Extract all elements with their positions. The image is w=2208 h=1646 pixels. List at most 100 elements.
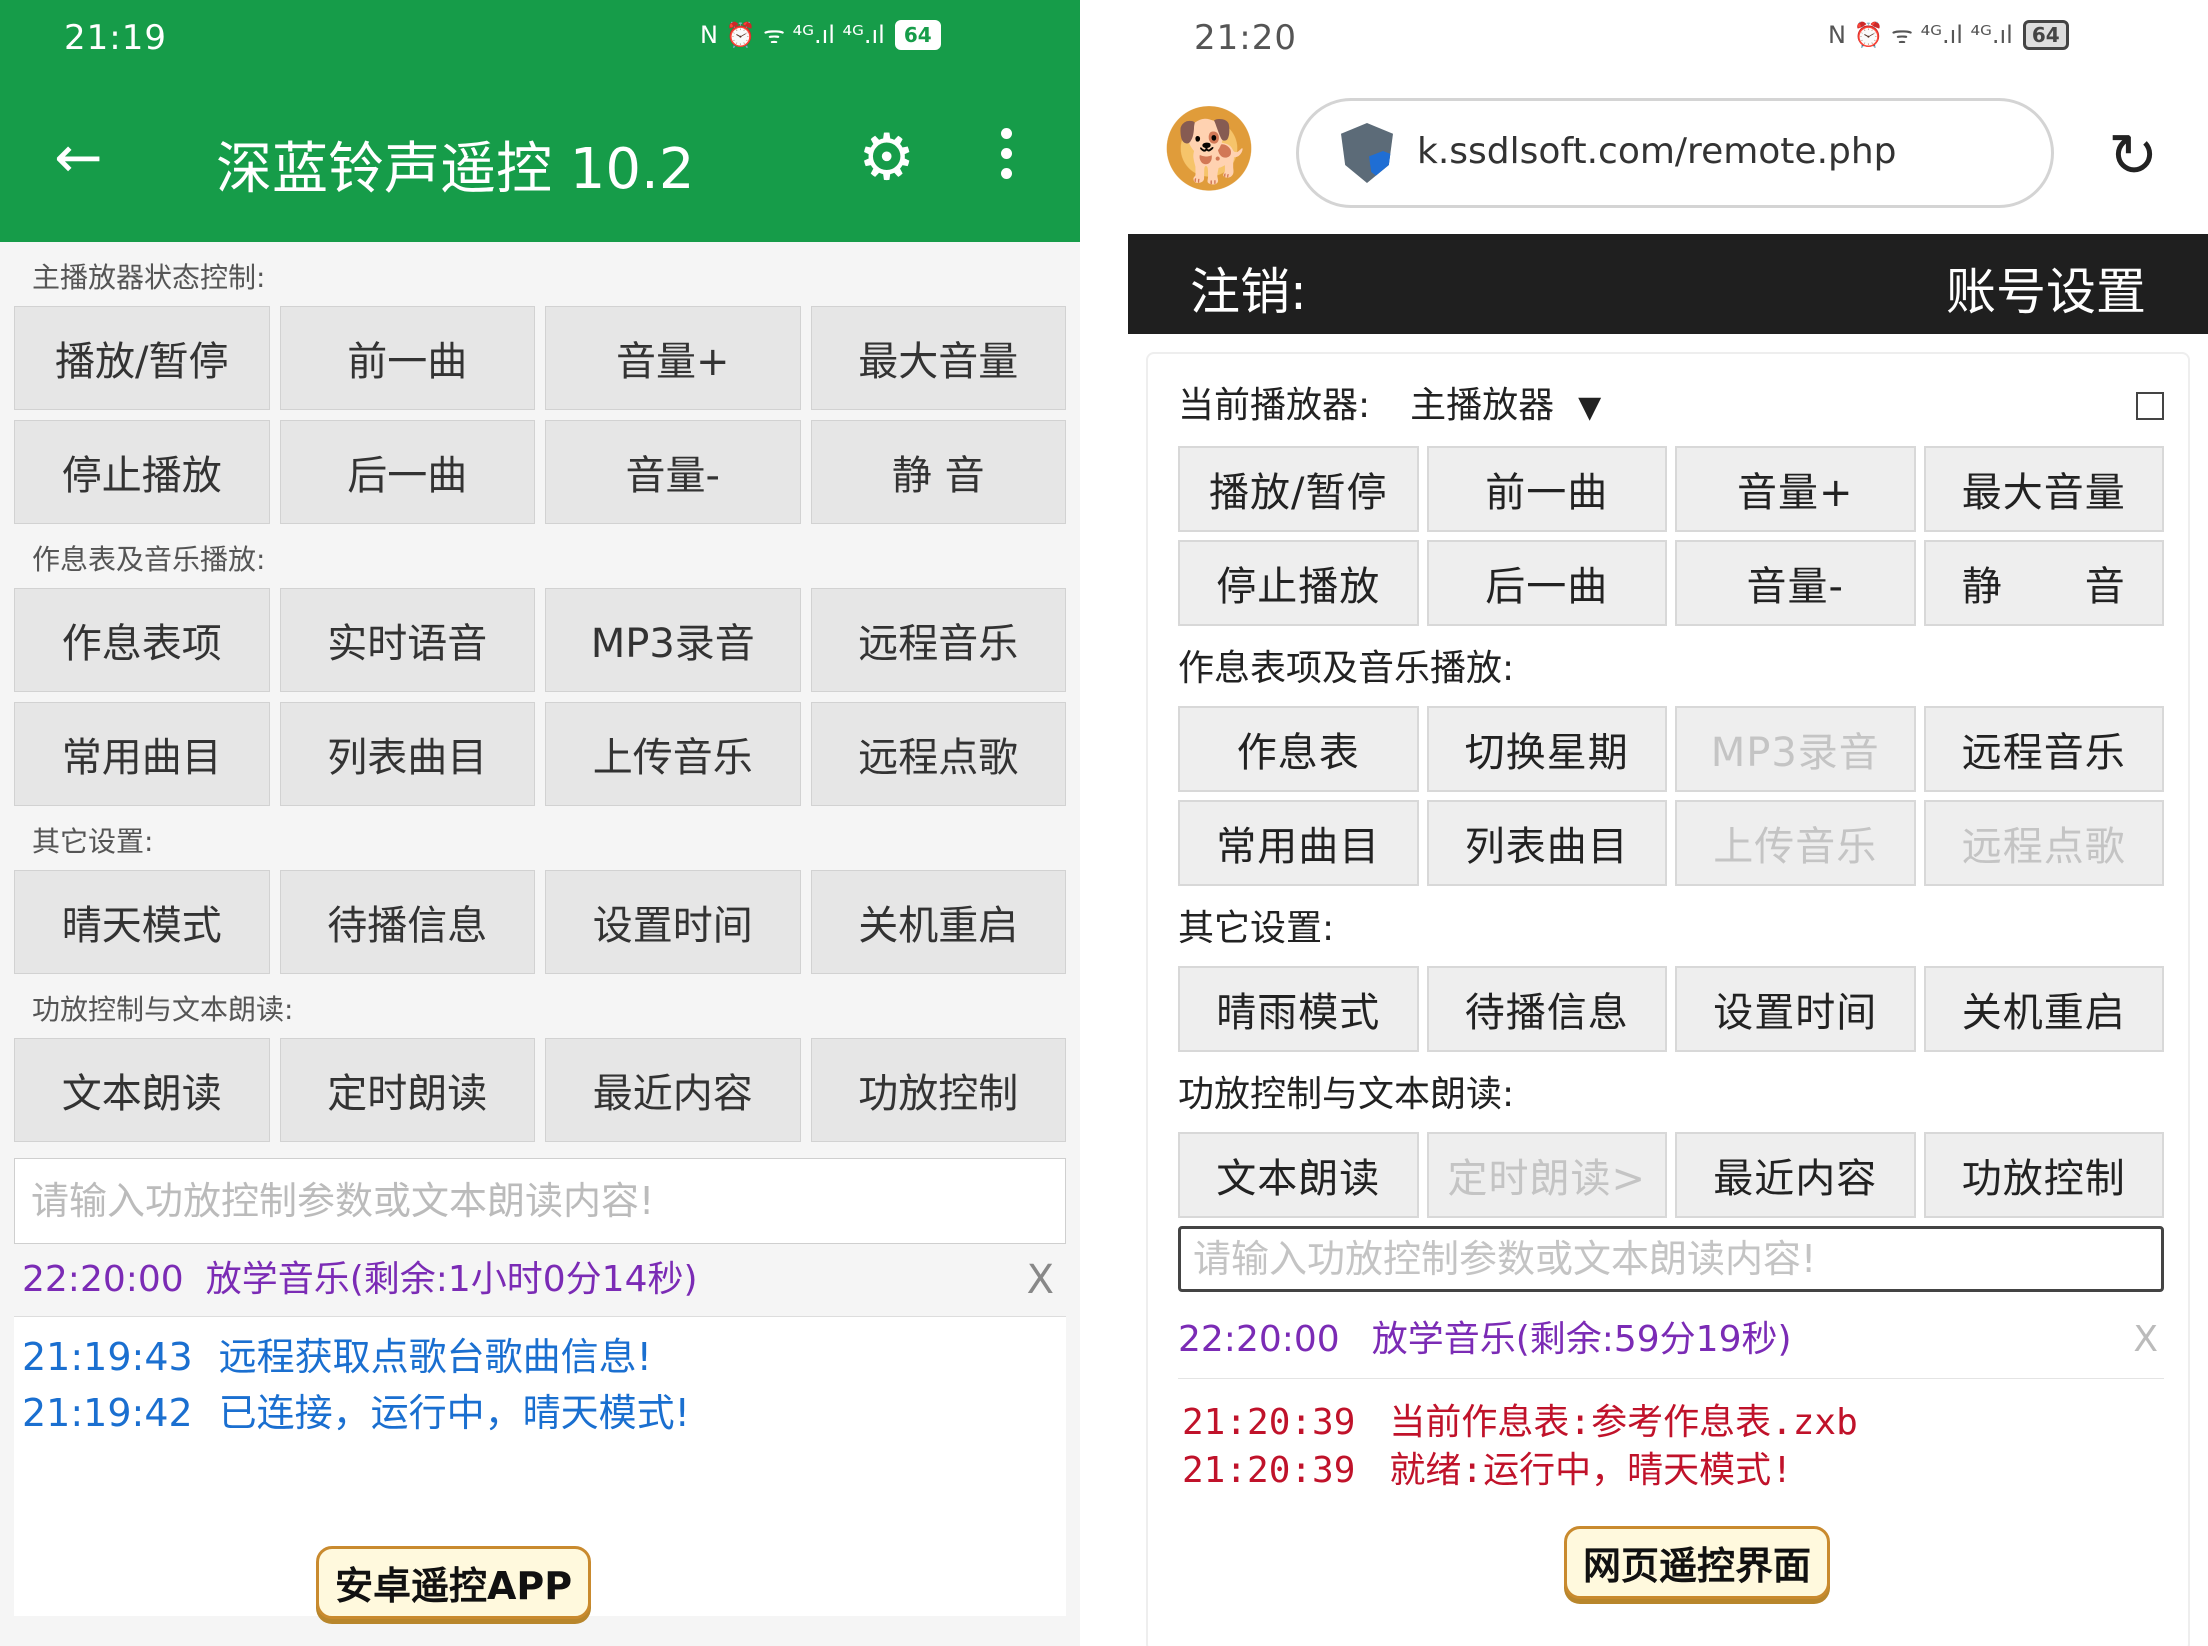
mp3-record-button[interactable]: MP3录音 xyxy=(545,588,801,692)
amp-tts-button: 定时朗读> xyxy=(1426,1132,1667,1218)
log-time: 21:19:42 xyxy=(22,1391,193,1435)
next-event-message: 放学音乐(剩余:59分19秒) xyxy=(1371,1319,1792,1360)
player-button[interactable]: 音量+ xyxy=(1675,446,1916,532)
shield-icon xyxy=(1341,123,1393,183)
settings-button[interactable]: 晴雨模式 xyxy=(1178,966,1419,1052)
player-control-grid: 播放/暂停 前一曲 音量+ 最大音量 停止播放 后一曲 音量- 静 音 xyxy=(0,306,1080,524)
live-voice-button[interactable]: 实时语音 xyxy=(279,588,535,692)
log-row: 21:20:39 就绪:运行中，晴天模式! xyxy=(1178,1447,2164,1495)
log-message: 当前作息表:参考作息表.zxb xyxy=(1389,1402,1858,1443)
settings-button[interactable]: 设置时间 xyxy=(1675,966,1916,1052)
volume-down-button[interactable]: 音量- xyxy=(545,420,801,524)
control-panel: 当前播放器: 主播放器 ▼ 播放/暂停 前一曲 音量+ 最大音量停止播放 后一曲 音量- 静 音… xyxy=(1146,352,2190,1646)
schedule-button[interactable]: 切换星期 xyxy=(1426,706,1667,792)
close-icon[interactable]: X xyxy=(2133,1292,2158,1388)
amp-tts-button[interactable]: 文本朗读 xyxy=(1178,1132,1419,1218)
player-button[interactable]: 音量- xyxy=(1675,540,1916,626)
caption-badge: 安卓遥控APP xyxy=(316,1546,592,1619)
schedule-button: 上传音乐 xyxy=(1675,800,1916,886)
web-top-bar: 注销: 账号设置 xyxy=(1128,234,2208,334)
logout-link[interactable]: 注销: xyxy=(1190,252,1307,324)
player-button[interactable]: 停止播放 xyxy=(1178,540,1419,626)
battery-icon: 64 xyxy=(2022,19,2069,50)
app-title: 深蓝铃声遥控 10.2 xyxy=(216,137,695,202)
schedule-button[interactable]: 列表曲目 xyxy=(1426,800,1667,886)
log-message: 远程获取点歌台歌曲信息! xyxy=(218,1335,652,1379)
schedule-music-grid: 作息表 切换星期 MP3录音 远程音乐 常用曲目 列表曲目 上传音乐 远程点歌 xyxy=(1148,706,2188,886)
common-tracks-button[interactable]: 常用曲目 xyxy=(14,702,270,806)
checkbox[interactable] xyxy=(2136,392,2164,420)
account-settings-link[interactable]: 账号设置 xyxy=(1946,252,2146,324)
other-settings-grid: 晴天模式 待播信息 设置时间 关机重启 xyxy=(0,870,1080,974)
pending-info-button[interactable]: 待播信息 xyxy=(279,870,535,974)
sunny-mode-button[interactable]: 晴天模式 xyxy=(14,870,270,974)
previous-track-button[interactable]: 前一曲 xyxy=(279,306,535,410)
next-event-line: 22:20:00 放学音乐(剩余:59分19秒) X xyxy=(1178,1292,2164,1378)
player-button[interactable]: 前一曲 xyxy=(1426,446,1667,532)
app-content: 主播放器状态控制: 播放/暂停 前一曲 音量+ 最大音量 停止播放 后一曲 音量… xyxy=(0,242,1080,1616)
section-label: 其它设置: xyxy=(32,825,154,858)
url-text[interactable]: k.ssdlsoft.com/remote.php xyxy=(1417,131,1897,172)
schedule-button: 远程点歌 xyxy=(1923,800,2164,886)
schedule-items-button[interactable]: 作息表项 xyxy=(14,588,270,692)
amp-tts-button[interactable]: 最近内容 xyxy=(1675,1132,1916,1218)
log-row: 21:19:43 远程获取点歌台歌曲信息! xyxy=(14,1329,1066,1385)
schedule-button[interactable]: 常用曲目 xyxy=(1178,800,1419,886)
set-time-button[interactable]: 设置时间 xyxy=(545,870,801,974)
player-button[interactable]: 后一曲 xyxy=(1426,540,1667,626)
stop-button[interactable]: 停止播放 xyxy=(14,420,270,524)
shutdown-restart-button[interactable]: 关机重启 xyxy=(810,870,1066,974)
amp-tts-button[interactable]: 功放控制 xyxy=(1923,1132,2164,1218)
schedule-button[interactable]: 远程音乐 xyxy=(1923,706,2164,792)
max-volume-button[interactable]: 最大音量 xyxy=(810,306,1066,410)
amp-text-input[interactable]: 请输入功放控制参数或文本朗读内容! xyxy=(14,1158,1066,1244)
back-arrow-icon[interactable]: ← xyxy=(54,128,103,186)
status-time: 21:20 xyxy=(1194,18,1297,58)
next-event-time: 22:20:00 xyxy=(22,1259,184,1300)
gear-icon[interactable]: ⚙ xyxy=(858,126,915,190)
more-vert-icon[interactable] xyxy=(998,128,1014,184)
signal-icons: N ⏰ ᯤ ⁴ᴳ.ıl ⁴ᴳ.ıl xyxy=(700,21,885,49)
close-icon[interactable]: X xyxy=(1027,1244,1054,1316)
upload-music-button[interactable]: 上传音乐 xyxy=(545,702,801,806)
play-pause-button[interactable]: 播放/暂停 xyxy=(14,306,270,410)
address-bar[interactable]: k.ssdlsoft.com/remote.php xyxy=(1296,98,2054,208)
settings-button[interactable]: 关机重启 xyxy=(1923,966,2164,1052)
status-icons: N ⏰ ᯤ ⁴ᴳ.ıl ⁴ᴳ.ıl 64 xyxy=(1828,18,2069,51)
amp-control-button[interactable]: 功放控制 xyxy=(810,1038,1066,1142)
dropdown-caret-icon[interactable]: ▼ xyxy=(1578,390,1601,425)
remote-request-button[interactable]: 远程点歌 xyxy=(810,702,1066,806)
android-app-screen: 21:19 N ⏰ ᯤ ⁴ᴳ.ıl ⁴ᴳ.ıl 64 ← 深蓝铃声遥控 10.2… xyxy=(0,0,1080,1646)
status-icons: N ⏰ ᯤ ⁴ᴳ.ıl ⁴ᴳ.ıl 64 xyxy=(700,18,941,51)
section-label: 功放控制与文本朗读: xyxy=(32,993,294,1026)
signal-icons: N ⏰ ᯤ ⁴ᴳ.ıl ⁴ᴳ.ıl xyxy=(1828,21,2013,49)
mute-button[interactable]: 静 音 xyxy=(810,420,1066,524)
schedule-music-grid: 作息表项 实时语音 MP3录音 远程音乐 常用曲目 列表曲目 上传音乐 远程点歌 xyxy=(0,588,1080,806)
amp-text-input[interactable]: 请输入功放控制参数或文本朗读内容! xyxy=(1178,1226,2164,1292)
log-row: 21:20:39 当前作息表:参考作息表.zxb xyxy=(1178,1399,2164,1447)
other-settings-grid: 晴雨模式 待播信息 设置时间 关机重启 xyxy=(1148,966,2188,1052)
section-label: 主播放器状态控制: xyxy=(32,261,266,294)
next-track-button[interactable]: 后一曲 xyxy=(279,420,535,524)
timed-read-button[interactable]: 定时朗读 xyxy=(279,1038,535,1142)
caption-badge: 网页遥控界面 xyxy=(1564,1526,1831,1599)
player-button[interactable]: 最大音量 xyxy=(1923,446,2164,532)
section-label: 功放控制与文本朗读: xyxy=(1178,1074,1515,1115)
settings-button[interactable]: 待播信息 xyxy=(1426,966,1667,1052)
section-label: 作息表及音乐播放: xyxy=(32,543,266,576)
player-label: 当前播放器: xyxy=(1178,385,1371,426)
section-label: 作息表项及音乐播放: xyxy=(1178,648,1515,689)
volume-up-button[interactable]: 音量+ xyxy=(545,306,801,410)
log-message: 就绪:运行中，晴天模式! xyxy=(1389,1450,1793,1491)
recent-content-button[interactable]: 最近内容 xyxy=(545,1038,801,1142)
text-read-button[interactable]: 文本朗读 xyxy=(14,1038,270,1142)
player-select[interactable]: 主播放器 xyxy=(1410,385,1554,426)
player-button[interactable]: 静 音 xyxy=(1923,540,2164,626)
reload-icon[interactable]: ↻ xyxy=(2108,126,2158,186)
remote-music-button[interactable]: 远程音乐 xyxy=(810,588,1066,692)
web-remote-screen: 21:20 N ⏰ ᯤ ⁴ᴳ.ıl ⁴ᴳ.ıl 64 k.ssdlsoft.co… xyxy=(1128,0,2208,1646)
player-button[interactable]: 播放/暂停 xyxy=(1178,446,1419,532)
avatar[interactable] xyxy=(1162,106,1256,200)
list-tracks-button[interactable]: 列表曲目 xyxy=(279,702,535,806)
schedule-button[interactable]: 作息表 xyxy=(1178,706,1419,792)
